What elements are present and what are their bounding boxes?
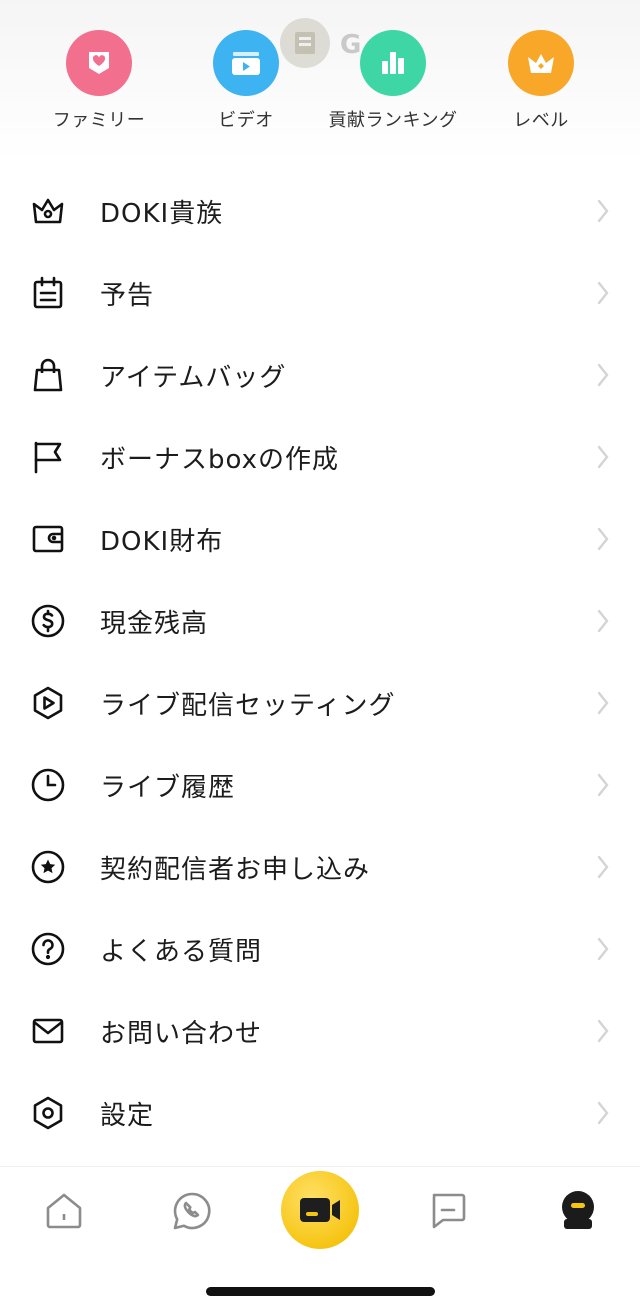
menu-item-item-bag[interactable]: アイテムバッグ [0, 334, 640, 416]
tab-home[interactable] [34, 1181, 94, 1241]
menu-item-label: ライブ配信セッティング [100, 690, 396, 721]
chevron-right-icon [597, 855, 609, 879]
message-icon [432, 1193, 466, 1229]
menu-item-label: DOKI貴族 [100, 198, 224, 229]
menu-item-label: DOKI財布 [100, 526, 224, 557]
dollar-circle-icon [30, 603, 66, 639]
tab-messages[interactable] [418, 1181, 478, 1241]
flag-icon [30, 439, 66, 475]
menu-item-label: ライブ履歴 [100, 772, 236, 803]
menu-item-bonus-box[interactable]: ボーナスboxの作成 [0, 416, 640, 498]
menu-item-live-settings[interactable]: ライブ配信セッティング [0, 662, 640, 744]
chevron-right-icon [597, 281, 609, 305]
calendar-icon [30, 275, 66, 311]
menu-item-contact[interactable]: お問い合わせ [0, 990, 640, 1072]
play-hexagon-icon [30, 685, 66, 721]
quick-action-ranking[interactable]: 貢献ランキング [323, 30, 463, 132]
chevron-right-icon [597, 527, 609, 551]
crown-outline-icon [30, 193, 66, 229]
wallet-icon [30, 521, 66, 557]
phone-chat-icon [173, 1192, 211, 1230]
menu-item-contract-streamer[interactable]: 契約配信者お申し込み [0, 826, 640, 908]
menu-item-label: 契約配信者お申し込み [100, 854, 371, 885]
menu-item-faq[interactable]: よくある質問 [0, 908, 640, 990]
chevron-right-icon [597, 199, 609, 223]
menu-item-label: 予告 [100, 280, 155, 311]
crown-icon [508, 30, 574, 96]
chevron-right-icon [597, 1101, 609, 1125]
ranking-bars-icon [360, 30, 426, 96]
quick-action-label: ビデオ [218, 110, 274, 131]
menu-item-doki-noble[interactable]: DOKI貴族 [0, 170, 640, 252]
home-icon [46, 1193, 82, 1229]
star-circle-icon [30, 849, 66, 885]
video-icon [213, 30, 279, 96]
live-camera-icon [300, 1198, 340, 1222]
quick-action-level[interactable]: レベル [471, 30, 611, 132]
quick-action-label: ファミリー [52, 110, 146, 131]
quick-action-label: 貢献ランキング [328, 110, 458, 131]
menu-item-cash-balance[interactable]: 現金残高 [0, 580, 640, 662]
chevron-right-icon [597, 691, 609, 715]
menu-item-label: 設定 [100, 1100, 155, 1131]
bottom-tab-bar [0, 1166, 640, 1308]
chevron-right-icon [597, 609, 609, 633]
chevron-right-icon [597, 773, 609, 797]
question-circle-icon [30, 931, 66, 967]
chevron-right-icon [597, 363, 609, 387]
chevron-right-icon [597, 937, 609, 961]
menu-item-label: ボーナスboxの作成 [100, 444, 339, 475]
live-start-button[interactable] [281, 1171, 359, 1249]
tab-calls[interactable] [162, 1181, 222, 1241]
settings-hexagon-icon [30, 1095, 66, 1131]
quick-actions-bar: G ファミリー ビデオ 貢献ランキング レベル [0, 0, 640, 160]
menu-item-doki-wallet[interactable]: DOKI財布 [0, 498, 640, 580]
family-badge-icon [66, 30, 132, 96]
menu-item-schedule[interactable]: 予告 [0, 252, 640, 334]
tab-profile[interactable] [548, 1181, 608, 1241]
mail-icon [30, 1013, 66, 1049]
menu-list: DOKI貴族 予告 アイテムバッグ ボーナスboxの作成 DOKI財布 現金残高… [0, 170, 640, 1154]
home-indicator [206, 1287, 435, 1296]
menu-item-label: お問い合わせ [100, 1018, 263, 1049]
menu-item-live-history[interactable]: ライブ履歴 [0, 744, 640, 826]
quick-action-label: レベル [513, 110, 569, 131]
menu-item-label: 現金残高 [100, 608, 209, 639]
menu-item-settings[interactable]: 設定 [0, 1072, 640, 1154]
chevron-right-icon [597, 445, 609, 469]
menu-item-label: よくある質問 [100, 936, 263, 967]
menu-item-label: アイテムバッグ [100, 362, 287, 393]
quick-action-family[interactable]: ファミリー [29, 30, 169, 132]
clock-icon [30, 767, 66, 803]
profile-avatar-icon [562, 1191, 594, 1229]
shopping-bag-icon [30, 357, 66, 393]
chevron-right-icon [597, 1019, 609, 1043]
quick-action-video[interactable]: ビデオ [176, 30, 316, 132]
